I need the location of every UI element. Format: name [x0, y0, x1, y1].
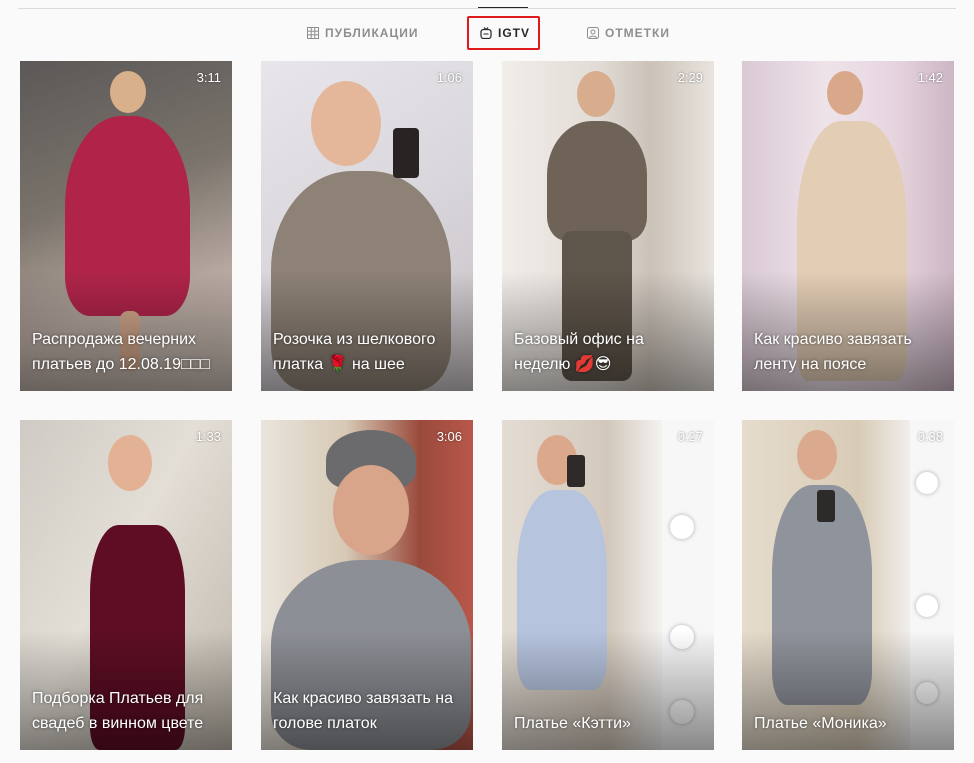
igtv-icon — [480, 27, 492, 39]
video-duration: 2:29 — [677, 70, 703, 85]
tagged-icon — [587, 27, 599, 39]
video-title: Распродажа вечерних платьев до 12.08.19□… — [32, 331, 211, 373]
igtv-video-card[interactable]: 0:27 Платье «Кэтти» — [502, 420, 714, 750]
tab-tagged[interactable]: ОТМЕТКИ — [587, 24, 670, 42]
video-title: Платье «Моника» — [754, 715, 887, 732]
video-title: Розочка из шелкового платка 🌹 на шее — [273, 331, 436, 373]
video-duration: 3:06 — [436, 429, 462, 444]
video-title: Подборка Платьев для свадеб в винном цве… — [32, 690, 204, 732]
video-title: Как красиво завязать на голове платок — [273, 690, 454, 732]
active-tab-indicator — [478, 7, 528, 8]
video-duration: 1:33 — [195, 429, 221, 444]
igtv-video-card[interactable]: 1:06 Розочка из шелкового платка 🌹 на ше… — [261, 61, 473, 391]
igtv-video-grid: 3:11 Распродажа вечерних платьев до 12.0… — [20, 61, 956, 751]
video-title: Как красиво завязать ленту на поясе — [754, 331, 912, 373]
grid-icon — [307, 27, 319, 39]
igtv-video-card[interactable]: 1:42 Как красиво завязать ленту на поясе — [742, 61, 954, 391]
tab-posts[interactable]: ПУБЛИКАЦИИ — [307, 24, 418, 42]
tab-posts-label: ПУБЛИКАЦИИ — [325, 26, 419, 40]
tab-tagged-label: ОТМЕТКИ — [605, 26, 670, 40]
profile-tabs: ПУБЛИКАЦИИ IGTV ОТМЕТКИ — [0, 15, 974, 55]
video-duration: 0:27 — [677, 429, 703, 444]
video-duration: 1:42 — [917, 70, 943, 85]
tabs-divider — [18, 8, 956, 9]
igtv-video-card[interactable]: 3:06 Как красиво завязать на голове плат… — [261, 420, 473, 750]
video-duration: 0:38 — [917, 429, 943, 444]
igtv-video-card[interactable]: 1:33 Подборка Платьев для свадеб в винно… — [20, 420, 232, 750]
video-duration: 1:06 — [436, 70, 462, 85]
igtv-video-card[interactable]: 3:11 Распродажа вечерних платьев до 12.0… — [20, 61, 232, 391]
igtv-video-card[interactable]: 2:29 Базовый офис на неделю 💋😎 — [502, 61, 714, 391]
video-duration: 3:11 — [196, 70, 221, 85]
video-title: Платье «Кэтти» — [514, 715, 631, 732]
tab-igtv-label: IGTV — [498, 26, 531, 40]
tab-igtv[interactable]: IGTV — [480, 24, 530, 42]
igtv-video-card[interactable]: 0:38 Платье «Моника» — [742, 420, 954, 750]
video-title: Базовый офис на неделю 💋😎 — [514, 331, 644, 373]
